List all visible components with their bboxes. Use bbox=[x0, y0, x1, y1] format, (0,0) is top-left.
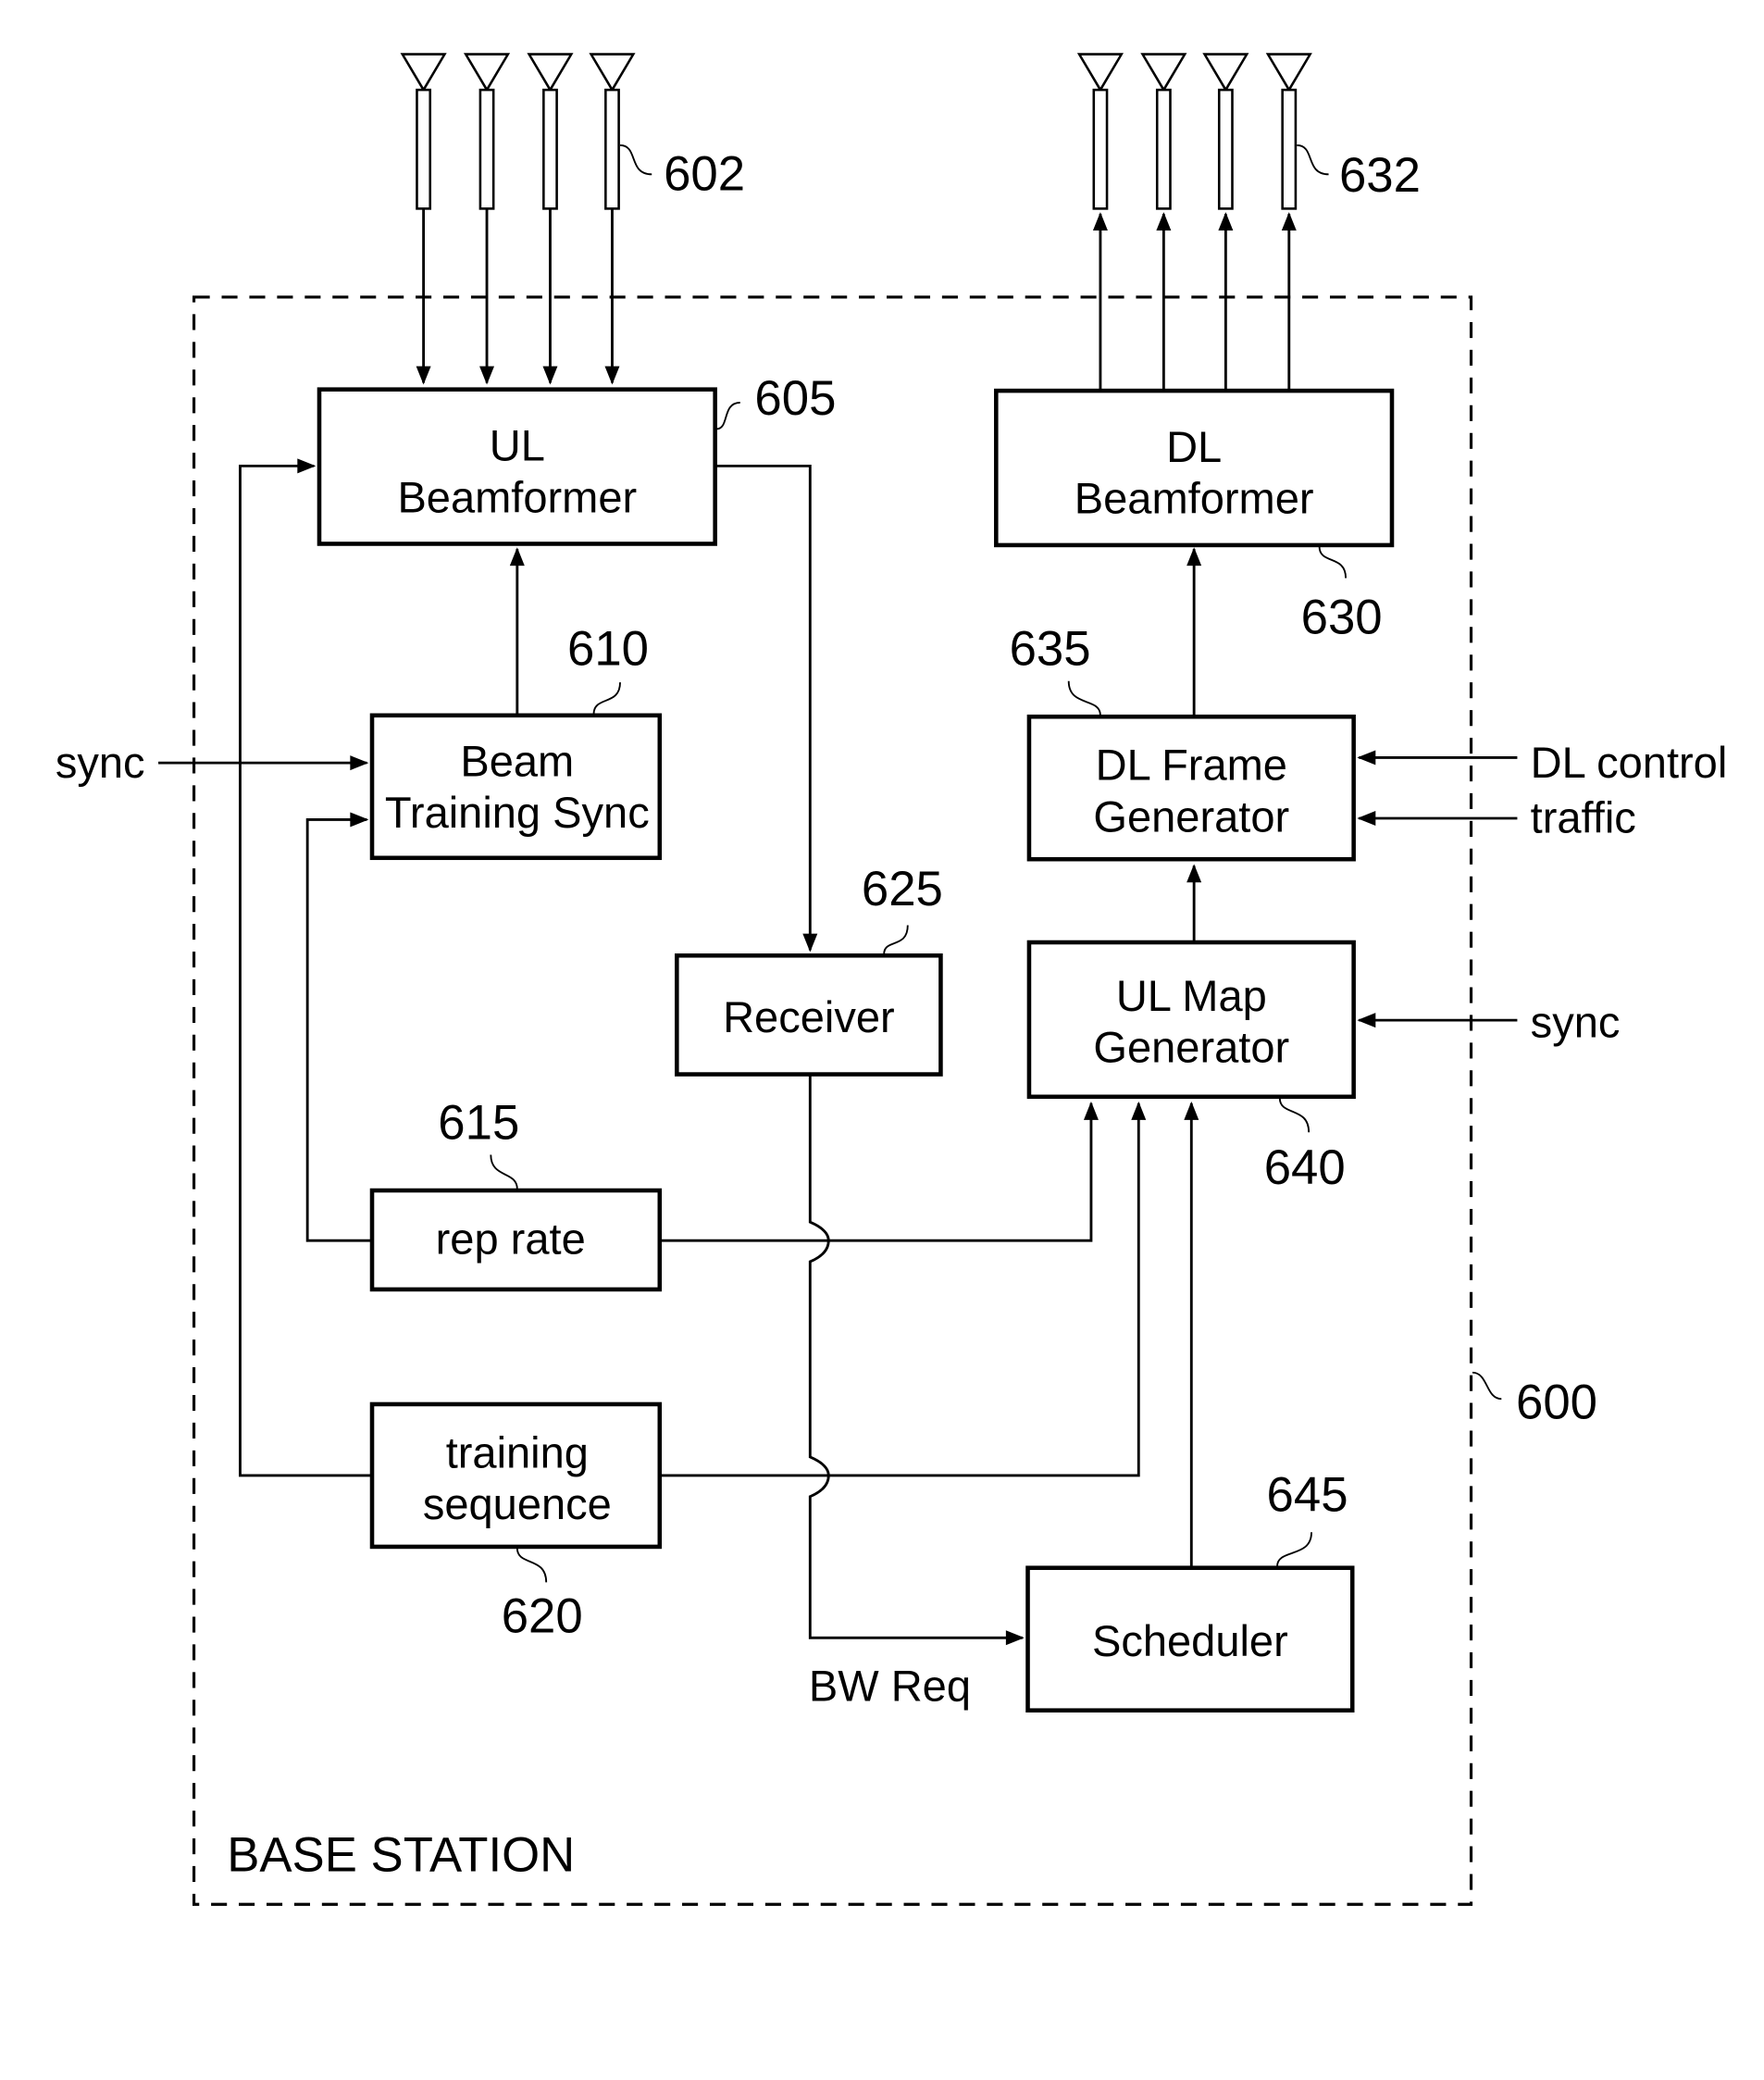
antenna-icon bbox=[1076, 53, 1124, 210]
block-dl-frame-generator: DL Frame Generator bbox=[1026, 714, 1356, 862]
ref-625: 625 bbox=[862, 862, 943, 916]
ref-leader-600 bbox=[1472, 1371, 1502, 1401]
wire-training-sequence-to-ul-map-generator bbox=[659, 1101, 1147, 1477]
rep-rate-label: rep rate bbox=[436, 1214, 586, 1263]
dl-frame-generator-line1: DL Frame bbox=[1096, 741, 1287, 790]
ref-645: 645 bbox=[1267, 1467, 1348, 1522]
antenna-icon bbox=[463, 53, 511, 210]
block-ul-beamformer: UL Beamformer bbox=[317, 387, 717, 546]
ul-map-generator-line1: UL Map bbox=[1116, 971, 1267, 1020]
ref-640: 640 bbox=[1264, 1140, 1346, 1195]
ref-leader-602 bbox=[619, 144, 652, 176]
beam-training-sync-line2: Training Sync bbox=[385, 788, 650, 837]
ref-leader-640 bbox=[1278, 1098, 1311, 1133]
block-scheduler: Scheduler bbox=[1025, 1565, 1355, 1713]
ref-600: 600 bbox=[1516, 1376, 1597, 1430]
ul-map-generator-line2: Generator bbox=[1093, 1023, 1289, 1072]
ref-leader-630 bbox=[1318, 546, 1348, 579]
ref-leader-635 bbox=[1067, 680, 1101, 716]
ref-635: 635 bbox=[1010, 622, 1091, 677]
ref-leader-610 bbox=[592, 682, 621, 715]
signal-dl-control: DL control bbox=[1531, 738, 1728, 787]
ref-leader-645 bbox=[1276, 1532, 1312, 1567]
wire-rep-rate-to-ul-map-generator bbox=[659, 1101, 1099, 1242]
training-sequence-line1: training bbox=[446, 1427, 589, 1476]
block-ul-map-generator: UL Map Generator bbox=[1026, 940, 1356, 1100]
ref-605: 605 bbox=[754, 371, 836, 426]
signal-bw-req: BW Req bbox=[809, 1662, 971, 1711]
antenna-icon bbox=[527, 53, 574, 210]
signal-sync-right: sync bbox=[1531, 998, 1621, 1047]
antenna-icon bbox=[400, 53, 447, 210]
ref-615: 615 bbox=[438, 1095, 519, 1150]
training-sequence-line2: sequence bbox=[423, 1479, 612, 1528]
block-dl-beamformer: DL Beamformer bbox=[994, 388, 1395, 548]
wire-receiver-to-scheduler bbox=[808, 1075, 1025, 1646]
ref-630: 630 bbox=[1301, 590, 1383, 644]
dl-beamformer-line1: DL bbox=[1166, 422, 1222, 471]
ref-leader-632 bbox=[1297, 144, 1329, 176]
ref-leader-625 bbox=[883, 925, 909, 954]
block-rep-rate: rep rate bbox=[369, 1188, 663, 1292]
signal-sync-left: sync bbox=[56, 738, 145, 787]
antenna-icon bbox=[1265, 53, 1312, 210]
dl-frame-generator-line2: Generator bbox=[1093, 791, 1289, 841]
receiver-label: Receiver bbox=[723, 992, 895, 1041]
antenna-icon bbox=[589, 53, 636, 210]
ref-632: 632 bbox=[1339, 148, 1421, 203]
dl-beamformer-line2: Beamformer bbox=[1075, 474, 1314, 523]
signal-traffic: traffic bbox=[1531, 793, 1636, 842]
base-station-label: BASE STATION bbox=[227, 1828, 575, 1883]
wire-rep-rate-to-beam-training-sync bbox=[305, 812, 373, 1242]
scheduler-label: Scheduler bbox=[1092, 1616, 1288, 1665]
ul-beamformer-line1: UL bbox=[490, 421, 545, 470]
antenna-icon bbox=[1202, 53, 1249, 210]
antenna-icon bbox=[1140, 53, 1187, 210]
base-station-block-diagram: BASE STATION 600 602 632 UL Beamformer 6… bbox=[56, 53, 1728, 1906]
block-receiver: Receiver bbox=[675, 953, 943, 1077]
ref-leader-620 bbox=[516, 1548, 548, 1583]
ref-leader-605 bbox=[715, 402, 740, 430]
uplink-antenna-array bbox=[400, 53, 636, 385]
downlink-antenna-array bbox=[1076, 53, 1312, 392]
ref-602: 602 bbox=[664, 146, 745, 201]
ref-610: 610 bbox=[567, 622, 649, 677]
block-training-sequence: training sequence bbox=[369, 1401, 663, 1550]
beam-training-sync-line1: Beam bbox=[460, 736, 574, 785]
wire-ul-beamformer-to-receiver bbox=[714, 464, 818, 953]
ref-620: 620 bbox=[502, 1589, 583, 1644]
ul-beamformer-line2: Beamformer bbox=[397, 472, 637, 521]
ref-leader-615 bbox=[490, 1154, 518, 1189]
block-beam-training-sync: Beam Training Sync bbox=[369, 713, 663, 861]
